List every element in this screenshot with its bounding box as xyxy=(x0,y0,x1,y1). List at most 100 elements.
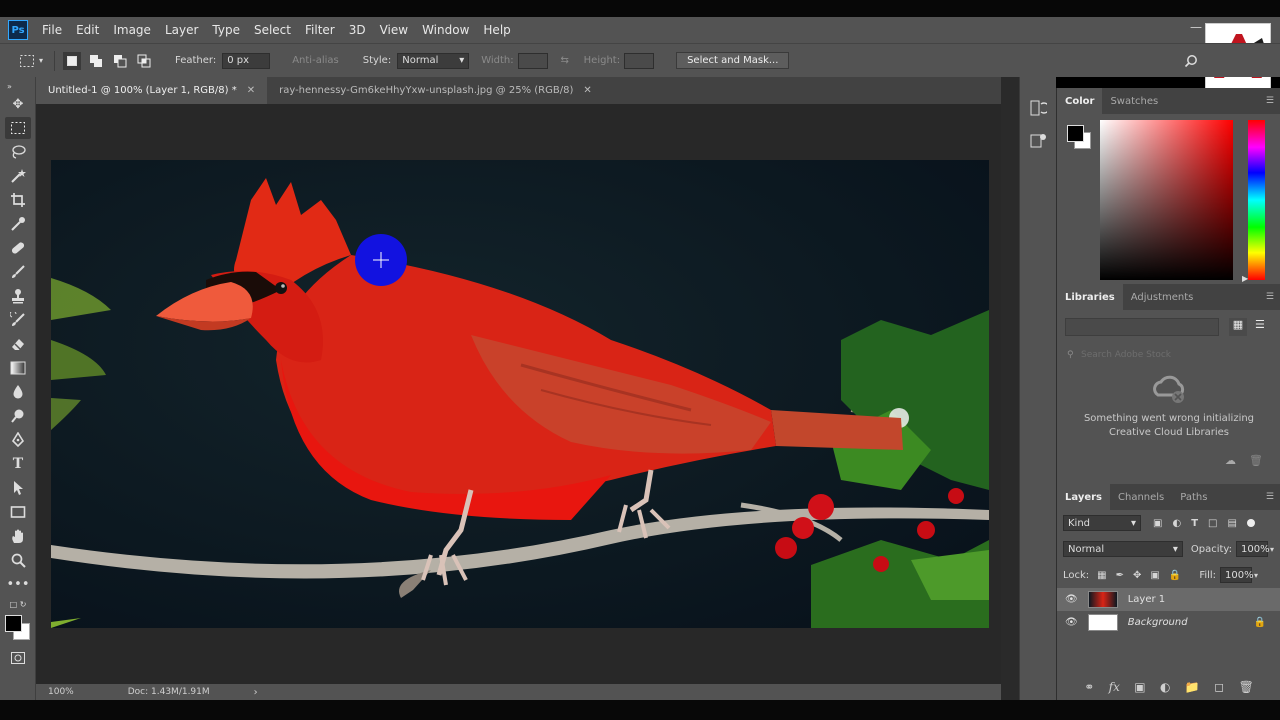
brush-tool-icon[interactable] xyxy=(5,261,31,283)
lock-all-icon[interactable]: 🔒 xyxy=(1169,570,1181,581)
layer-row-background[interactable]: 👁 Background 🔒 xyxy=(1057,611,1280,634)
creative-cloud-icon[interactable]: ☁ xyxy=(1225,454,1236,467)
library-search-input[interactable]: Search Adobe Stock xyxy=(1065,346,1273,364)
filter-type-icon[interactable]: T xyxy=(1191,518,1198,529)
add-mask-icon[interactable]: ▣ xyxy=(1134,680,1145,694)
feather-input[interactable]: 0 px xyxy=(222,52,271,69)
style-select[interactable]: Normal ▾ xyxy=(397,52,470,69)
menu-layer[interactable]: Layer xyxy=(165,23,198,37)
menu-image[interactable]: Image xyxy=(113,23,151,37)
subtract-selection-icon[interactable] xyxy=(111,52,129,70)
menu-window[interactable]: Window xyxy=(422,23,469,37)
adjustment-layer-icon[interactable]: ◐ xyxy=(1160,680,1170,694)
gradient-tool-icon[interactable] xyxy=(5,357,31,379)
link-layers-icon[interactable]: ⚭ xyxy=(1084,680,1094,694)
quick-mask-icon[interactable] xyxy=(5,647,31,669)
filter-adjustment-icon[interactable]: ◐ xyxy=(1172,518,1181,529)
fill-input[interactable]: 100% xyxy=(1220,567,1254,583)
layer-row-layer-1[interactable]: 👁 Layer 1 xyxy=(1057,588,1280,611)
tab-untitled-1[interactable]: Untitled-1 @ 100% (Layer 1, RGB/8) * ✕ xyxy=(36,77,268,104)
pen-tool-icon[interactable] xyxy=(5,429,31,451)
lock-transparent-icon[interactable]: ▦ xyxy=(1097,570,1106,581)
rectangular-marquee-tool-icon[interactable] xyxy=(5,117,31,139)
eyedropper-tool-icon[interactable] xyxy=(5,213,31,235)
expand-icon[interactable]: » xyxy=(5,81,31,91)
tab-ray-hennessy[interactable]: ray-hennessy-Gm6keHhyYxw-unsplash.jpg @ … xyxy=(267,77,604,104)
reset-colors-icon[interactable]: □ ↻ xyxy=(5,597,31,611)
more-tools-icon[interactable]: ••• xyxy=(5,573,31,595)
hue-slider[interactable] xyxy=(1248,120,1265,280)
search-icon[interactable] xyxy=(1182,52,1200,70)
visibility-eye-icon[interactable]: 👁 xyxy=(1065,617,1078,628)
history-panel-icon[interactable] xyxy=(1027,99,1050,121)
panel-menu-icon[interactable]: ☰ xyxy=(1266,292,1274,302)
color-picker-field[interactable] xyxy=(1100,120,1233,280)
lock-pixels-icon[interactable]: ✒ xyxy=(1116,570,1124,581)
select-and-mask-button[interactable]: Select and Mask... xyxy=(676,52,790,69)
minimize-icon[interactable]: — xyxy=(1190,20,1202,34)
tab-paths[interactable]: Paths xyxy=(1172,484,1215,510)
menu-help[interactable]: Help xyxy=(483,23,510,37)
new-group-icon[interactable]: 📁 xyxy=(1185,680,1200,694)
trash-icon[interactable]: 🗑 xyxy=(1249,454,1263,467)
layer-name[interactable]: Layer 1 xyxy=(1128,594,1165,605)
blend-mode-select[interactable]: Normal ▾ xyxy=(1063,541,1183,557)
menu-view[interactable]: View xyxy=(380,23,408,37)
canvas-area[interactable] xyxy=(36,104,1001,684)
menu-edit[interactable]: Edit xyxy=(76,23,99,37)
filter-kind-select[interactable]: Kind ▾ xyxy=(1063,515,1141,531)
zoom-level[interactable]: 100% xyxy=(48,687,74,697)
chevron-right-icon[interactable]: › xyxy=(254,687,258,698)
tab-color[interactable]: Color xyxy=(1057,88,1103,114)
tab-channels[interactable]: Channels xyxy=(1110,484,1172,510)
properties-panel-icon[interactable] xyxy=(1027,131,1049,153)
new-layer-icon[interactable]: ◻ xyxy=(1214,680,1224,694)
clone-stamp-tool-icon[interactable] xyxy=(5,285,31,307)
filter-toggle-icon[interactable] xyxy=(1246,519,1255,527)
anti-alias-checkbox[interactable]: Anti-alias xyxy=(292,55,339,66)
library-select[interactable] xyxy=(1065,318,1219,336)
healing-brush-tool-icon[interactable] xyxy=(5,237,31,259)
filter-smart-object-icon[interactable]: ▤ xyxy=(1227,518,1236,529)
crop-tool-icon[interactable] xyxy=(5,189,31,211)
lock-artboard-icon[interactable]: ▣ xyxy=(1150,570,1159,581)
chevron-down-icon[interactable]: ▾ xyxy=(1270,545,1274,554)
trash-icon[interactable]: 🗑 xyxy=(1239,680,1254,694)
list-view-icon[interactable]: ☰ xyxy=(1255,318,1265,331)
filter-pixel-icon[interactable]: ▣ xyxy=(1153,518,1162,529)
menu-file[interactable]: File xyxy=(42,23,62,37)
blur-tool-icon[interactable] xyxy=(5,381,31,403)
magic-wand-tool-icon[interactable] xyxy=(5,165,31,187)
menu-3d[interactable]: 3D xyxy=(349,23,366,37)
menu-filter[interactable]: Filter xyxy=(305,23,335,37)
tab-swatches[interactable]: Swatches xyxy=(1102,88,1166,114)
tab-libraries[interactable]: Libraries xyxy=(1057,284,1123,310)
opacity-input[interactable]: 100% xyxy=(1235,541,1270,557)
rectangle-tool-icon[interactable] xyxy=(5,501,31,523)
chevron-down-icon[interactable]: ▾ xyxy=(1254,571,1258,580)
foreground-color-swatch[interactable] xyxy=(1067,125,1084,142)
path-selection-tool-icon[interactable] xyxy=(5,477,31,499)
move-tool-icon[interactable]: ✥ xyxy=(5,93,31,115)
panel-menu-icon[interactable]: ☰ xyxy=(1266,492,1274,502)
width-input[interactable] xyxy=(517,52,548,69)
marquee-preset-icon[interactable] xyxy=(18,52,36,70)
history-brush-tool-icon[interactable] xyxy=(5,309,31,331)
foreground-color-swatch[interactable] xyxy=(5,615,22,632)
intersect-selection-icon[interactable] xyxy=(135,52,153,70)
height-input[interactable] xyxy=(624,52,655,69)
document-canvas[interactable] xyxy=(51,160,989,628)
add-selection-icon[interactable] xyxy=(87,52,105,70)
new-selection-icon[interactable] xyxy=(63,51,81,70)
hand-tool-icon[interactable] xyxy=(5,525,31,547)
filter-shape-icon[interactable]: □ xyxy=(1208,518,1217,529)
chevron-down-icon[interactable]: ▾ xyxy=(36,52,46,70)
zoom-tool-icon[interactable] xyxy=(5,549,31,571)
close-icon[interactable]: ✕ xyxy=(583,85,591,96)
menu-select[interactable]: Select xyxy=(254,23,291,37)
lasso-tool-icon[interactable] xyxy=(5,141,31,163)
eraser-tool-icon[interactable] xyxy=(5,333,31,355)
tab-layers[interactable]: Layers xyxy=(1057,484,1110,510)
swap-icon[interactable]: ⇆ xyxy=(556,52,574,70)
visibility-eye-icon[interactable]: 👁 xyxy=(1065,594,1078,605)
